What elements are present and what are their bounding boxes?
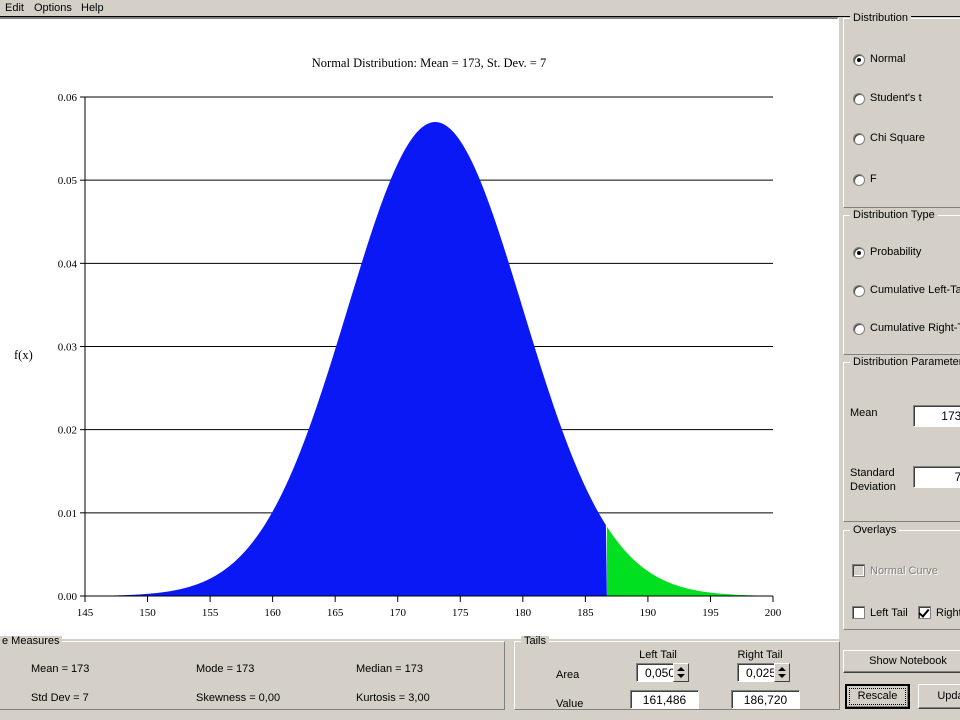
radio-probability-label: Probability: [870, 246, 922, 258]
svg-text:170: 170: [389, 607, 406, 619]
radio-normal[interactable]: [853, 54, 865, 66]
measure-kurtosis: Kurtosis = 3,00: [356, 692, 430, 704]
svg-text:0.00: 0.00: [58, 591, 78, 603]
menu-bar: Edit Options Help: [0, 0, 960, 17]
shape-measures-legend: e Measures: [0, 636, 63, 647]
checkbox-right-tail-label: Right: [936, 607, 960, 619]
svg-text:165: 165: [327, 607, 344, 619]
measure-std-dev: Std Dev = 7: [31, 692, 89, 704]
radio-chi-square-label: Chi Square: [870, 132, 926, 144]
measure-median: Median = 173: [356, 663, 423, 675]
distribution-group: Distribution Normal Student's t Chi Squa…: [843, 13, 960, 208]
standard-deviation-label-line2: Deviation: [850, 481, 896, 493]
radio-f-label: F: [870, 173, 877, 185]
distribution-type-legend: Distribution Type: [850, 210, 938, 221]
checkbox-normal-curve-label: Normal Curve: [870, 565, 938, 577]
svg-text:0.05: 0.05: [58, 175, 78, 187]
svg-text:200: 200: [765, 607, 782, 619]
svg-text:155: 155: [202, 607, 219, 619]
svg-text:145: 145: [77, 607, 94, 619]
svg-text:150: 150: [139, 607, 156, 619]
checkbox-normal-curve: [852, 564, 865, 577]
checkbox-left-tail[interactable]: [852, 606, 865, 619]
spinner-down-icon[interactable]: [778, 674, 786, 678]
svg-text:Normal Distribution: Mean = 17: Normal Distribution: Mean = 173, St. Dev…: [312, 56, 546, 70]
radio-chi-square[interactable]: [853, 133, 865, 145]
svg-text:0.01: 0.01: [58, 508, 77, 520]
distribution-legend: Distribution: [850, 13, 912, 24]
rescale-button-label: Rescale: [857, 690, 898, 702]
spinner-up-icon[interactable]: [677, 667, 685, 671]
distribution-parameters-group: Distribution Parameters Mean Standard De…: [843, 357, 960, 522]
measure-mean: Mean = 173: [31, 663, 90, 675]
svg-text:185: 185: [577, 607, 594, 619]
distribution-chart: Normal Distribution: Mean = 173, St. Dev…: [14, 56, 782, 619]
svg-text:0.06: 0.06: [58, 92, 78, 104]
radio-cumulative-left-tail[interactable]: [853, 285, 865, 297]
measure-mode: Mode = 173: [196, 663, 255, 675]
tails-legend: Tails: [521, 636, 550, 647]
radio-cumulative-right-tail-label: Cumulative Right-Tail: [870, 322, 960, 334]
radio-cumulative-left-tail-label: Cumulative Left-Tail: [870, 284, 960, 296]
radio-f[interactable]: [853, 174, 865, 186]
checkbox-right-tail[interactable]: [918, 606, 931, 619]
spinner-down-icon[interactable]: [677, 674, 685, 678]
show-notebook-button[interactable]: Show Notebook: [843, 650, 960, 673]
svg-text:180: 180: [515, 607, 532, 619]
spinner-up-icon[interactable]: [778, 667, 786, 671]
overlays-group: Overlays Normal Curve Left Tail Right: [843, 525, 960, 630]
radio-probability[interactable]: [853, 247, 865, 259]
overlays-legend: Overlays: [850, 525, 900, 536]
checkbox-left-tail-label: Left Tail: [870, 607, 908, 619]
radio-cumulative-right-tail[interactable]: [853, 323, 865, 335]
right-tail-area-spinner[interactable]: [774, 663, 790, 682]
radio-students-t[interactable]: [853, 93, 865, 105]
distribution-type-group: Distribution Type Probability Cumulative…: [843, 210, 960, 355]
measure-skewness: Skewness = 0,00: [196, 692, 281, 704]
mean-input[interactable]: 173.00: [913, 405, 960, 427]
rescale-button[interactable]: Rescale: [845, 684, 910, 709]
standard-deviation-label-line1: Standard: [850, 467, 895, 479]
menu-item-help[interactable]: Help: [76, 1, 109, 16]
menu-item-options[interactable]: Options: [29, 1, 77, 16]
svg-text:160: 160: [264, 607, 281, 619]
tails-right-column-header: Right Tail: [737, 649, 783, 661]
mean-label: Mean: [850, 407, 878, 419]
chart-panel[interactable]: Normal Distribution: Mean = 173, St. Dev…: [0, 17, 839, 639]
svg-text:0.04: 0.04: [58, 258, 78, 270]
tails-value-row-label: Value: [556, 698, 584, 710]
svg-text:175: 175: [452, 607, 469, 619]
svg-text:0.03: 0.03: [58, 342, 78, 354]
tails-area-row-label: Area: [556, 669, 580, 681]
update-button[interactable]: Upda: [918, 684, 960, 709]
menu-item-edit[interactable]: Edit: [0, 1, 29, 16]
radio-normal-label: Normal: [870, 53, 906, 65]
radio-students-t-label: Student's t: [870, 92, 922, 104]
left-tail-value-output: 161,486: [630, 690, 699, 709]
tails-left-column-header: Left Tail: [639, 649, 677, 661]
svg-text:190: 190: [640, 607, 657, 619]
distribution-parameters-legend: Distribution Parameters: [850, 357, 960, 368]
svg-text:195: 195: [702, 607, 719, 619]
standard-deviation-input[interactable]: 7.00: [913, 466, 960, 488]
svg-text:0.02: 0.02: [58, 425, 77, 437]
shape-measures-group: e Measures Mean = 173 Mode = 173 Median …: [0, 636, 505, 710]
right-tail-value-output: 186,720: [731, 690, 800, 709]
svg-text:f(x): f(x): [14, 348, 33, 362]
left-tail-area-spinner[interactable]: [673, 663, 689, 682]
